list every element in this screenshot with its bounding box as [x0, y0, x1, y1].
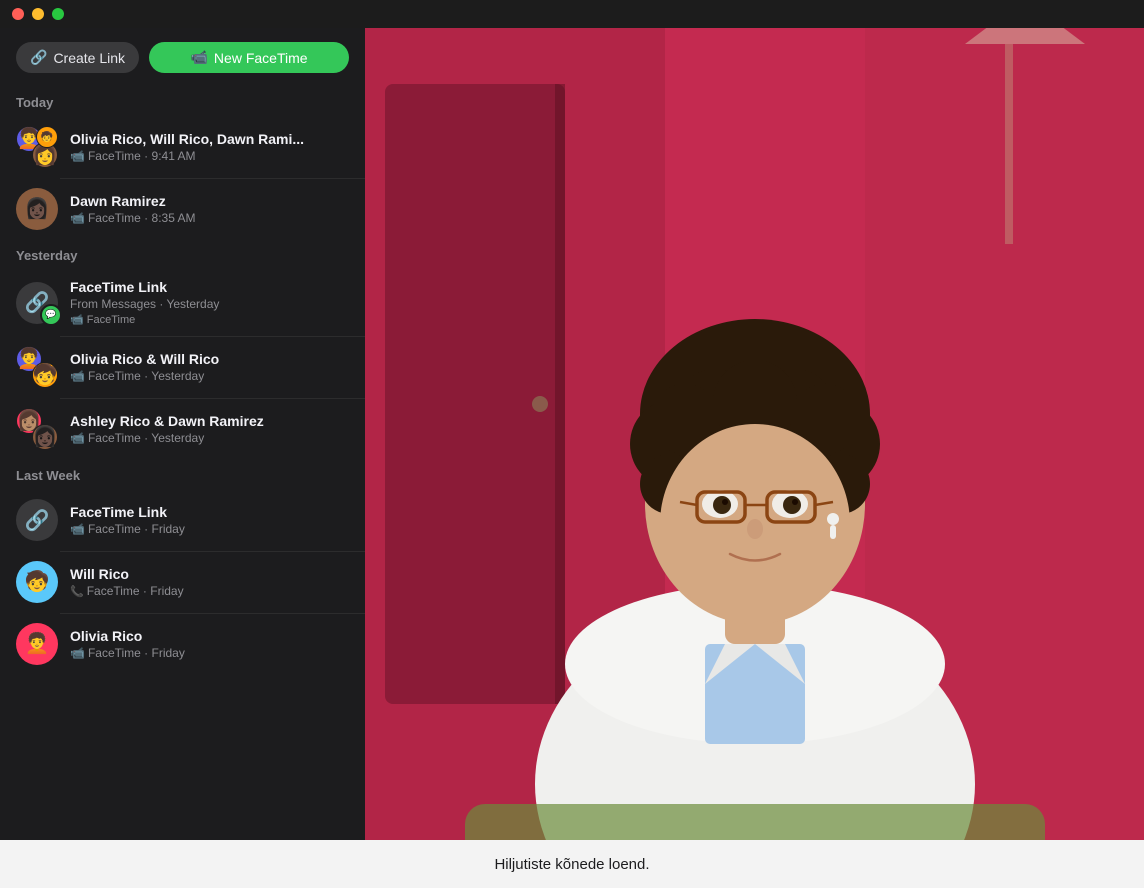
link-icon: 🔗 — [25, 508, 50, 533]
new-facetime-button[interactable]: 📹 New FaceTime — [149, 42, 349, 73]
call-list-last-week: 🔗 FaceTime Link 📹 FaceTime · Friday — [0, 489, 365, 675]
avatar: 🔗 💬 — [16, 282, 58, 324]
avatar-main: 🧒 — [16, 561, 58, 603]
minimize-button[interactable] — [32, 8, 44, 20]
call-info: Olivia Rico 📹 FaceTime · Friday — [70, 628, 349, 660]
video-background — [365, 28, 1144, 840]
link-icon: 🔗 — [30, 49, 47, 66]
video-icon: 📹 — [70, 522, 85, 536]
call-detail: 📹 FaceTime · 8:35 AM — [70, 211, 349, 225]
list-item[interactable]: 🧑‍🦱 🧒 Olivia Rico & Will Rico 📹 FaceTime… — [0, 336, 365, 398]
video-icon: 📹 — [70, 646, 85, 660]
call-info: Will Rico 📞 FaceTime · Friday — [70, 566, 349, 598]
avatar: 🧑‍🦱 👩 🧒 — [16, 126, 58, 168]
list-item[interactable]: 👩🏿 Dawn Ramirez 📹 FaceTime · 8:35 AM — [0, 178, 365, 240]
list-item[interactable]: 🧑‍🦱 👩 🧒 Olivia Rico, Will Rico, Dawn Ram… — [0, 116, 365, 178]
app-window: 🔗 Create Link 📹 New FaceTime Today 🧑‍🦱 — [0, 0, 1144, 888]
call-info: Dawn Ramirez 📹 FaceTime · 8:35 AM — [70, 193, 349, 225]
call-detail: 📹 FaceTime · 9:41 AM — [70, 149, 349, 163]
create-link-button[interactable]: 🔗 Create Link — [16, 42, 139, 73]
avatar: 🧑‍🦱 — [16, 623, 58, 665]
list-item[interactable]: 🧒 Will Rico 📞 FaceTime · Friday — [0, 551, 365, 613]
avatar: 👩🏽 👩🏿 — [16, 408, 58, 450]
call-detail: 📞 FaceTime · Friday — [70, 584, 349, 598]
video-icon-small: 📹 — [70, 314, 84, 326]
call-name: Olivia Rico — [70, 628, 349, 644]
maximize-button[interactable] — [52, 8, 64, 20]
list-item[interactable]: 👩🏽 👩🏿 Ashley Rico & Dawn Ramirez 📹 FaceT… — [0, 398, 365, 460]
avatar-main: 👩🏿 — [16, 188, 58, 230]
sidebar-toolbar: 🔗 Create Link 📹 New FaceTime — [0, 28, 365, 87]
section-header-today: Today — [0, 87, 365, 116]
avatar: 🔗 — [16, 499, 58, 541]
call-detail: 📹 FaceTime · Yesterday — [70, 431, 349, 445]
call-info: Ashley Rico & Dawn Ramirez 📹 FaceTime · … — [70, 413, 349, 445]
person-silhouette — [365, 28, 1144, 840]
call-info: FaceTime Link 📹 FaceTime · Friday — [70, 504, 349, 536]
call-detail: 📹 FaceTime · Friday — [70, 522, 349, 536]
caption-text: Hiljutiste kõnede loend. — [494, 856, 649, 873]
call-name: Dawn Ramirez — [70, 193, 349, 209]
avatar-part: 👩🏿 — [32, 424, 58, 450]
call-detail: 📹 FaceTime · Yesterday — [70, 369, 349, 383]
call-info: Olivia Rico & Will Rico 📹 FaceTime · Yes… — [70, 351, 349, 383]
title-bar — [0, 0, 1144, 28]
call-name: Olivia Rico, Will Rico, Dawn Rami... — [70, 131, 349, 147]
main-content: 🔗 Create Link 📹 New FaceTime Today 🧑‍🦱 — [0, 28, 1144, 840]
avatar: 🧒 — [16, 561, 58, 603]
caption-bar: Hiljutiste kõnede loend. — [0, 840, 1144, 888]
avatar: 👩🏿 — [16, 188, 58, 230]
call-name: Will Rico — [70, 566, 349, 582]
call-detail: From Messages · Yesterday — [70, 297, 349, 311]
call-name: FaceTime Link — [70, 279, 349, 295]
avatar-badge: 💬 — [40, 304, 62, 326]
create-link-label: Create Link — [53, 50, 125, 66]
call-list-today: 🧑‍🦱 👩 🧒 Olivia Rico, Will Rico, Dawn Ram… — [0, 116, 365, 240]
list-item[interactable]: 🧑‍🦱 Olivia Rico 📹 FaceTime · Friday — [0, 613, 365, 675]
video-icon: 📹 — [70, 149, 85, 163]
video-icon: 📹 — [70, 369, 85, 383]
call-name: Ashley Rico & Dawn Ramirez — [70, 413, 349, 429]
avatar: 🧑‍🦱 🧒 — [16, 346, 58, 388]
video-camera-icon: 📹 — [190, 49, 207, 66]
avatar-part: 🧒 — [36, 126, 58, 148]
link-avatar: 🔗 — [16, 499, 58, 541]
avatar-main: 🧑‍🦱 — [16, 623, 58, 665]
call-info: FaceTime Link From Messages · Yesterday … — [70, 279, 349, 326]
video-area — [365, 28, 1144, 840]
video-icon: 📹 — [70, 211, 85, 225]
call-name: Olivia Rico & Will Rico — [70, 351, 349, 367]
phone-icon: 📞 — [70, 585, 84, 598]
call-list-yesterday: 🔗 💬 FaceTime Link From Messages · Yester… — [0, 269, 365, 460]
list-item[interactable]: 🔗 FaceTime Link 📹 FaceTime · Friday — [0, 489, 365, 551]
section-header-yesterday: Yesterday — [0, 240, 365, 269]
list-item[interactable]: 🔗 💬 FaceTime Link From Messages · Yester… — [0, 269, 365, 336]
avatar-part: 🧒 — [32, 362, 58, 388]
call-info: Olivia Rico, Will Rico, Dawn Rami... 📹 F… — [70, 131, 349, 163]
section-header-last-week: Last Week — [0, 460, 365, 489]
call-sub-detail: 📹 FaceTime — [70, 313, 349, 326]
new-facetime-label: New FaceTime — [214, 50, 308, 66]
video-icon: 📹 — [70, 431, 85, 445]
call-name: FaceTime Link — [70, 504, 349, 520]
sidebar: 🔗 Create Link 📹 New FaceTime Today 🧑‍🦱 — [0, 28, 365, 840]
close-button[interactable] — [12, 8, 24, 20]
call-detail: 📹 FaceTime · Friday — [70, 646, 349, 660]
